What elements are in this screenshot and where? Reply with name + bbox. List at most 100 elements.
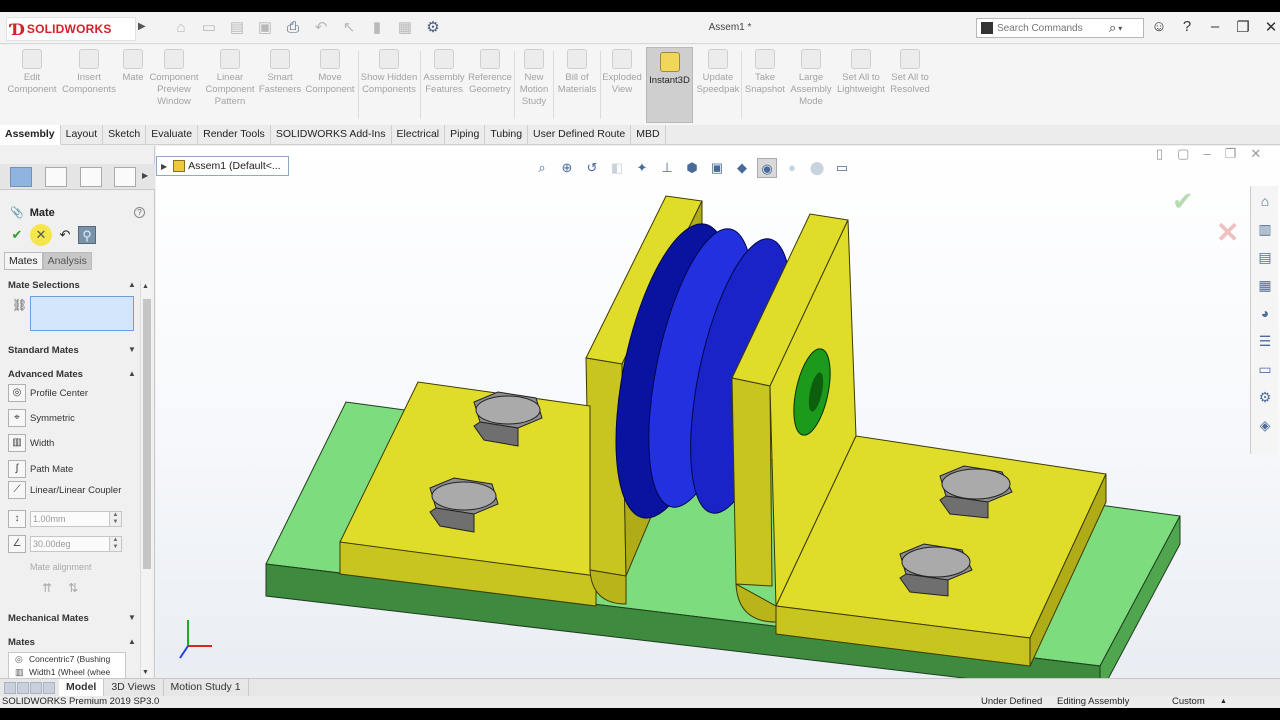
edit-appearance-icon[interactable]: ◆: [732, 158, 752, 178]
standard-mates-header[interactable]: Standard Mates: [8, 345, 79, 356]
home-icon[interactable]: ⌂: [170, 18, 192, 38]
solidworks-logo[interactable]: Ɗ SOLIDWORKS: [6, 17, 136, 41]
anti-aligned-icon[interactable]: ⇅: [68, 581, 78, 595]
tab-solidworks-add-ins[interactable]: SOLIDWORKS Add-Ins: [271, 125, 392, 145]
distance-spinner[interactable]: ↕ ▲▼: [8, 510, 122, 528]
expand-chevron-icon[interactable]: ▼: [128, 345, 136, 354]
tab-piping[interactable]: Piping: [445, 125, 486, 145]
units-dropdown-icon[interactable]: ▲: [1220, 696, 1227, 708]
tab-assembly[interactable]: Assembly: [0, 125, 61, 145]
viewport-restore-icon[interactable]: ❐: [1225, 146, 1237, 162]
menu-expand-icon[interactable]: ▶: [138, 21, 146, 32]
cancel-icon[interactable]: ✕: [30, 224, 52, 246]
close-icon[interactable]: ✕: [1262, 18, 1280, 36]
zoom-to-fit-icon[interactable]: ⌕: [532, 158, 552, 178]
profile-center-mate[interactable]: ◎ Profile Center: [8, 384, 88, 402]
viewport-close-icon[interactable]: ✕: [1250, 146, 1261, 162]
viewport-minimize-icon[interactable]: –: [1203, 146, 1210, 162]
tab-user-defined-route[interactable]: User Defined Route: [528, 125, 632, 145]
insert-components-button[interactable]: Insert Components: [60, 49, 118, 96]
tab-motion-study-1[interactable]: Motion Study 1: [164, 679, 249, 696]
display-monitor-icon[interactable]: ▭: [832, 158, 852, 178]
toolbox-icon[interactable]: ⚙: [1254, 386, 1276, 408]
undo-icon[interactable]: ↶: [310, 18, 332, 38]
collapse-chevron-icon[interactable]: ▲: [128, 280, 136, 289]
spinner-arrows-icon[interactable]: ▲ ▼: [110, 511, 122, 527]
angle-spinner[interactable]: ∠ ▲▼: [8, 535, 122, 553]
tab-3d-views[interactable]: 3D Views: [104, 679, 164, 696]
tab-analysis[interactable]: Analysis: [42, 252, 92, 270]
set-all-resolved-button[interactable]: Set All to Resolved: [888, 49, 932, 96]
save-icon[interactable]: ▣: [254, 18, 276, 38]
scroll-thumb[interactable]: [143, 299, 151, 569]
ok-check-icon[interactable]: ✔: [8, 226, 26, 244]
solidworks-resources-icon[interactable]: ⌂: [1254, 190, 1276, 212]
linear-coupler-mate[interactable]: ⟋ Linear/Linear Coupler: [8, 481, 121, 499]
mechanical-mates-header[interactable]: Mechanical Mates: [8, 613, 89, 624]
view-settings-icon[interactable]: ●: [782, 158, 802, 178]
undo-icon[interactable]: ↶: [56, 226, 74, 244]
new-motion-study-button[interactable]: New Motion Study: [516, 49, 552, 108]
large-assembly-mode-button[interactable]: Large Assembly Mode: [789, 49, 833, 108]
search-icon[interactable]: ⌕: [1109, 20, 1116, 36]
smart-fasteners-button[interactable]: Smart Fasteners: [258, 49, 302, 96]
help-icon[interactable]: ?: [134, 207, 145, 218]
entities-to-mate-selection-box[interactable]: [30, 296, 134, 331]
realview-icon[interactable]: ⬤: [807, 158, 827, 178]
component-preview-window-button[interactable]: Component Preview Window: [148, 49, 200, 108]
select-icon[interactable]: ↖: [338, 18, 360, 38]
mate-selections-header[interactable]: Mate Selections: [8, 280, 80, 291]
feature-manager-tab-icon[interactable]: [10, 167, 32, 187]
section-view-icon[interactable]: ◧: [607, 158, 627, 178]
assembly-features-button[interactable]: Assembly Features: [422, 49, 466, 96]
linear-component-pattern-button[interactable]: Linear Component Pattern: [202, 49, 258, 108]
show-hidden-components-button[interactable]: Show Hidden Components: [360, 49, 418, 96]
display-style-icon[interactable]: ⬢: [682, 158, 702, 178]
scroll-down-icon[interactable]: ▼: [142, 669, 149, 676]
tab-electrical[interactable]: Electrical: [392, 125, 446, 145]
distance-input[interactable]: [30, 511, 110, 527]
panel-scrollbar[interactable]: ▲ ▼: [140, 281, 152, 681]
view-orientation-icon[interactable]: ⊥: [657, 158, 677, 178]
tab-mbd[interactable]: MBD: [631, 125, 666, 145]
appearances-icon[interactable]: ◕: [1254, 302, 1276, 324]
design-library-icon[interactable]: ▥: [1254, 218, 1276, 240]
restore-icon[interactable]: ❐: [1234, 18, 1252, 36]
property-manager-tab-icon[interactable]: [45, 167, 67, 187]
scroll-up-icon[interactable]: ▲: [142, 283, 149, 290]
graphics-area[interactable]: ▶ Assem1 (Default<... ⌕ ⊕ ↺ ◧ ✦ ⊥ ⬢ ▣ ◆ …: [156, 146, 1280, 684]
custom-properties-icon[interactable]: ☰: [1254, 330, 1276, 352]
move-component-button[interactable]: Move Component: [304, 49, 356, 96]
unit-system[interactable]: Custom: [1172, 696, 1205, 708]
collapse-chevron-icon[interactable]: ▲: [128, 369, 136, 378]
dimxpert-manager-tab-icon[interactable]: [114, 167, 136, 187]
angle-input[interactable]: [30, 536, 110, 552]
update-speedpak-button[interactable]: Update Speedpak: [696, 49, 740, 96]
advanced-mates-header[interactable]: Advanced Mates: [8, 369, 83, 380]
set-all-lightweight-button[interactable]: Set All to Lightweight: [834, 49, 888, 96]
file-properties-icon[interactable]: ▦: [394, 18, 416, 38]
open-icon[interactable]: ▤: [226, 18, 248, 38]
apply-scene-icon[interactable]: ◉: [757, 158, 777, 178]
previous-view-icon[interactable]: ↺: [582, 158, 602, 178]
zoom-to-area-icon[interactable]: ⊕: [557, 158, 577, 178]
bill-of-materials-button[interactable]: Bill of Materials: [555, 49, 599, 96]
expand-chevron-icon[interactable]: ▼: [128, 613, 136, 622]
symmetric-mate[interactable]: ⌖ Symmetric: [8, 409, 75, 427]
dynamic-annotation-icon[interactable]: ✦: [632, 158, 652, 178]
instant3d-button[interactable]: Instant3D: [646, 47, 693, 123]
next-tab-icon[interactable]: [30, 681, 42, 694]
solidworks-plm-icon[interactable]: ◈: [1254, 414, 1276, 436]
spinner-arrows-icon[interactable]: ▲ ▼: [110, 536, 122, 552]
expand-arrow-icon[interactable]: ▶: [161, 162, 167, 171]
right-bracket-edge[interactable]: [731, 377, 773, 587]
tab-tubing[interactable]: Tubing: [485, 125, 529, 145]
file-explorer-icon[interactable]: ▤: [1254, 246, 1276, 268]
tab-mates[interactable]: Mates: [4, 252, 43, 270]
minimize-icon[interactable]: –: [1206, 18, 1224, 36]
first-tab-icon[interactable]: [4, 681, 16, 694]
options-gear-icon[interactable]: ⚙: [422, 18, 444, 38]
assembly-model[interactable]: [156, 146, 1280, 684]
viewport-tile-icon[interactable]: ▯: [1156, 146, 1163, 162]
pushpin-icon[interactable]: ⚲: [78, 226, 96, 244]
